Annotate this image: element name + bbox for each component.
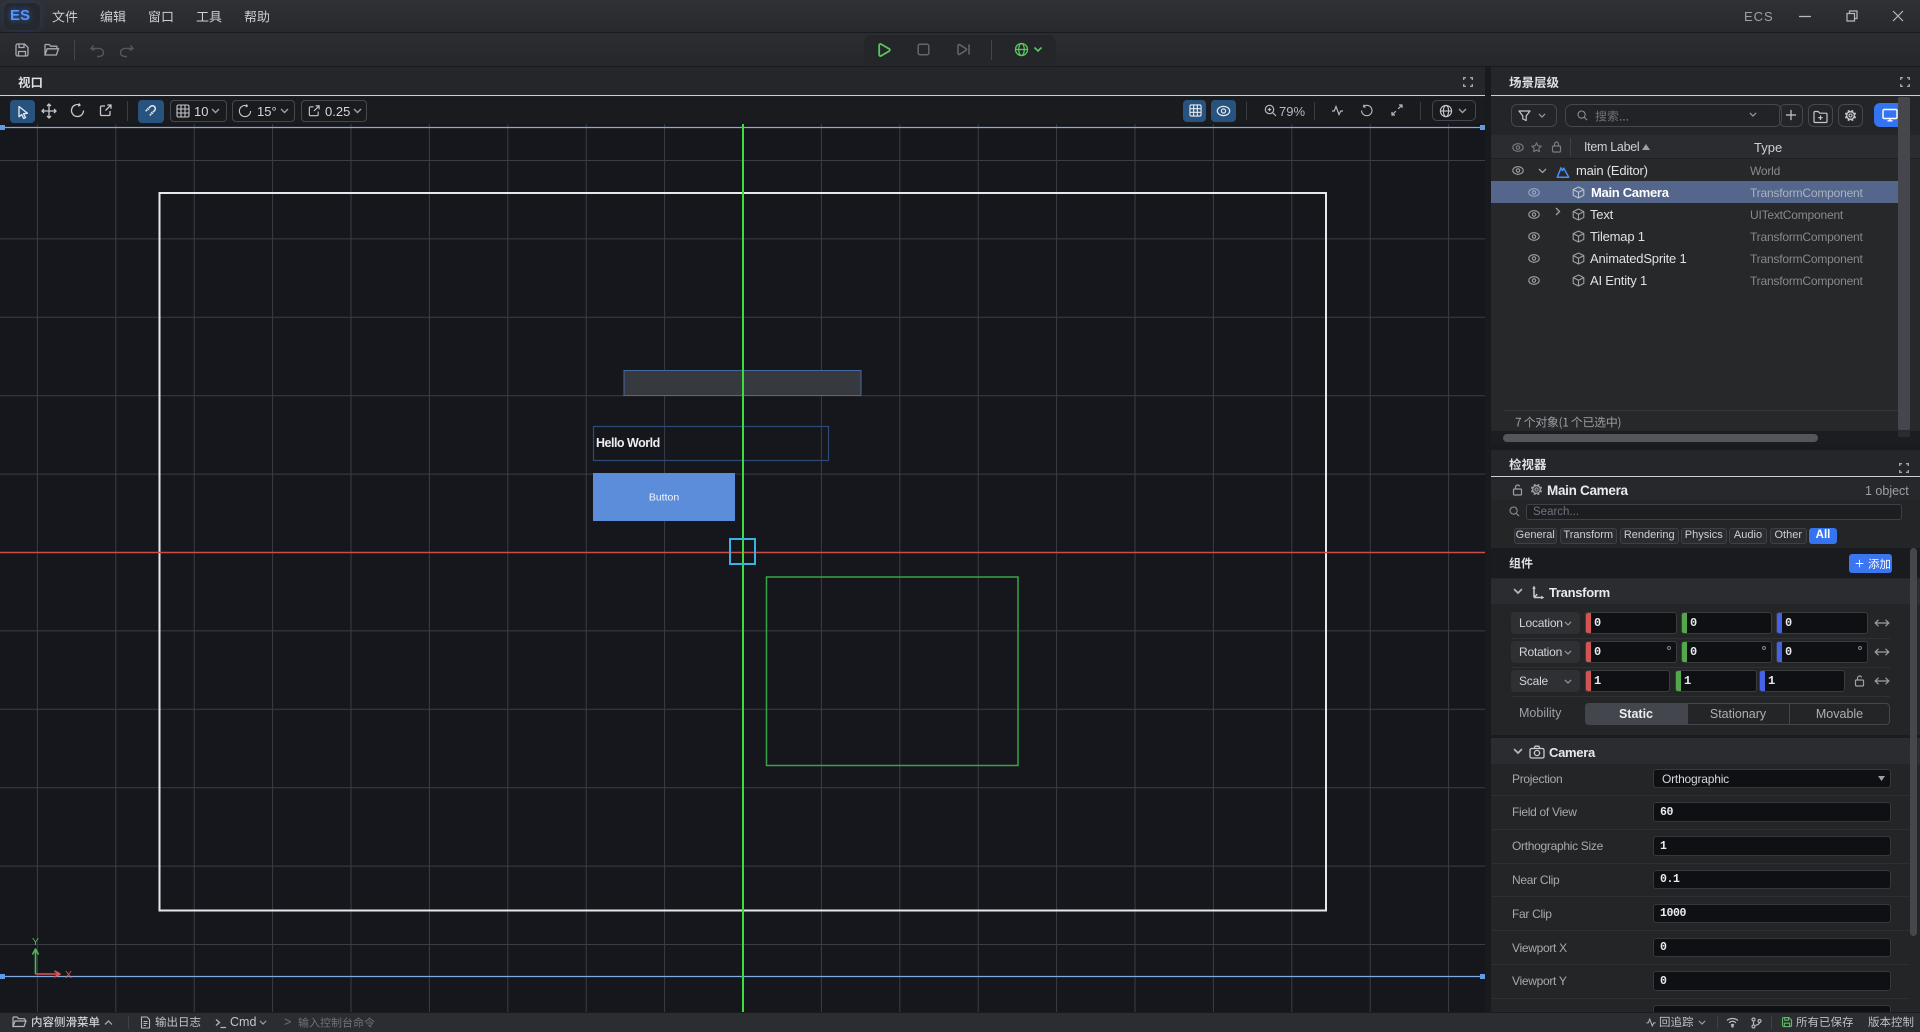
- svg-text:Y: Y: [32, 936, 39, 948]
- svg-text:Button: Button: [649, 491, 680, 503]
- svg-text:X: X: [65, 969, 72, 981]
- svg-text:Hello World: Hello World: [596, 436, 660, 450]
